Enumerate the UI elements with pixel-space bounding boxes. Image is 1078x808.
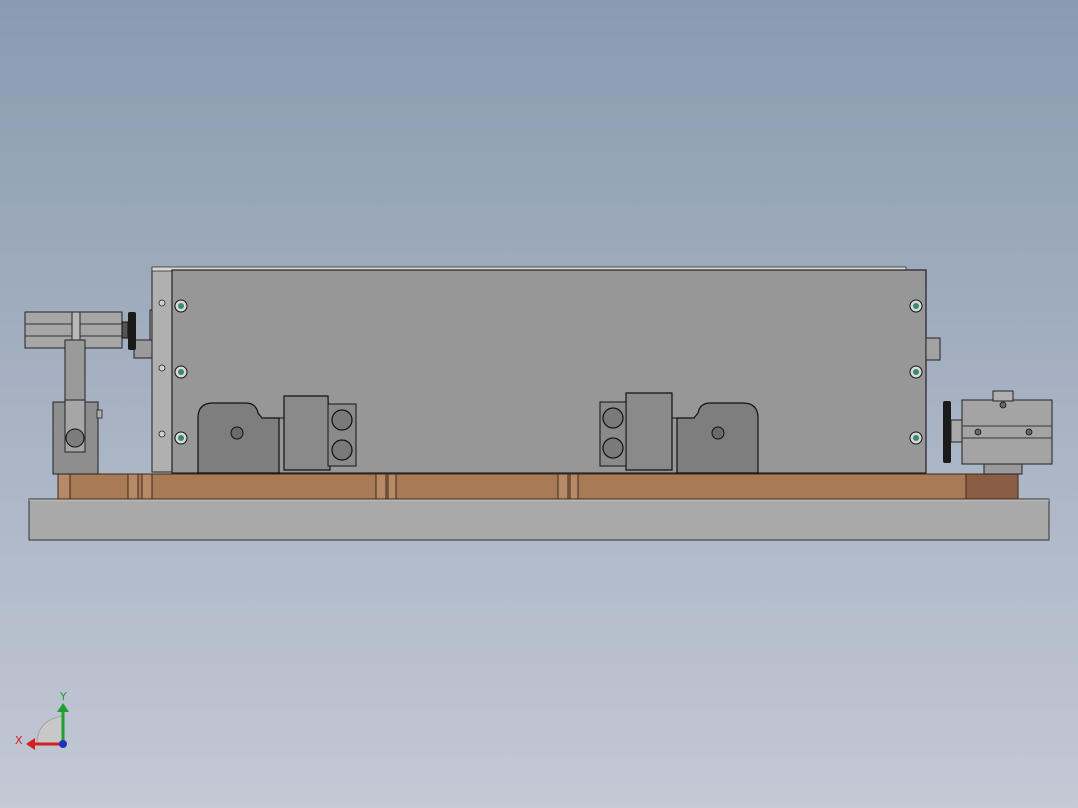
graphics-viewport[interactable]: Y X: [0, 0, 1078, 808]
copper-spacer-bar[interactable]: [57, 473, 1019, 500]
view-orientation-triad[interactable]: Y X: [15, 690, 69, 750]
x-axis-label: X: [15, 734, 23, 747]
cad-model-view[interactable]: Y X: [0, 0, 1078, 808]
screw-icon: [909, 365, 923, 379]
screw-icon: [174, 299, 188, 313]
screw-icon: [174, 431, 188, 445]
right-pneumatic-cylinder[interactable]: [943, 390, 1053, 475]
left-toggle-clamp[interactable]: [24, 311, 136, 475]
z-axis-dot: [59, 740, 67, 748]
base-plate[interactable]: [28, 498, 1050, 541]
y-axis-label: Y: [59, 690, 67, 703]
screw-icon: [909, 299, 923, 313]
screw-icon: [909, 431, 923, 445]
left-mount-bracket[interactable]: [133, 267, 175, 473]
screw-icon: [174, 365, 188, 379]
